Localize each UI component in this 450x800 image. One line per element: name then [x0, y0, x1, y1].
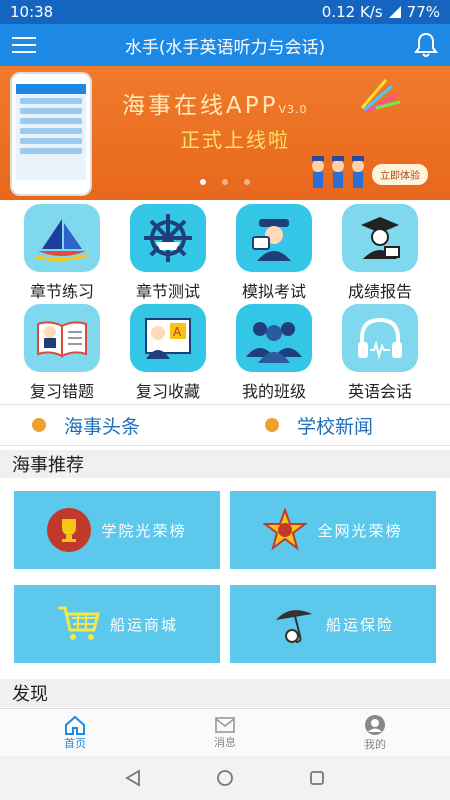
bottom-nav: 首页 消息 我的 [0, 708, 450, 756]
network-speed: 0.12 K/s [321, 3, 383, 21]
reading-icon: A [130, 304, 206, 372]
trophy-icon [47, 508, 92, 552]
headphones-icon [342, 304, 418, 372]
card-shipping-mall[interactable]: 船运商城 [14, 585, 220, 663]
svg-text:A: A [173, 325, 182, 339]
sailor-kids-icon [312, 156, 364, 188]
grid-item-mock-exam[interactable]: 模拟考试 [224, 204, 324, 302]
banner-subtitle: 正式上线啦 [180, 128, 290, 152]
home-icon [65, 715, 85, 735]
ship-wheel-icon [130, 204, 206, 272]
menu-icon[interactable] [0, 24, 48, 66]
phone-mockup-image [10, 72, 92, 196]
system-nav-bar [0, 756, 450, 800]
grid-item-english-conversation[interactable]: 英语会话 [330, 304, 430, 402]
bell-icon[interactable] [402, 24, 450, 66]
maritime-headlines-link[interactable]: 海事头条 [0, 412, 217, 439]
grid-item-score-report[interactable]: 成绩报告 [330, 204, 430, 302]
news-row: 海事头条 学校新闻 [0, 404, 450, 446]
bullet-dot-icon [265, 418, 279, 432]
battery-level: 77% [406, 3, 440, 21]
app-bar: 水手(水手英语听力与会话) [0, 24, 450, 66]
grid-item-review-favorites[interactable]: A 复习收藏 [118, 304, 218, 402]
tab-mine[interactable]: 我的 [300, 709, 450, 756]
status-time: 10:38 [10, 3, 54, 21]
umbrella-icon [272, 602, 316, 646]
graduate-icon [342, 204, 418, 272]
section-title-discover: 发现 [0, 679, 450, 707]
grid-item-chapter-practice[interactable]: 章节练习 [12, 204, 112, 302]
promo-banner[interactable]: 海事在线APPV3.0 正式上线啦 立即体验 [0, 66, 450, 200]
class-group-icon [236, 304, 312, 372]
card-academy-honor-roll[interactable]: 学院光荣榜 [14, 491, 220, 569]
back-icon[interactable] [124, 769, 142, 787]
profile-icon [365, 714, 385, 735]
carousel-dot[interactable] [222, 179, 228, 185]
recents-icon[interactable] [308, 769, 326, 787]
status-bar: 10:38 0.12 K/s 77% [0, 0, 450, 24]
signal-icon [388, 6, 401, 18]
sailboat-icon [24, 204, 100, 272]
examiner-icon [236, 204, 312, 272]
grid-item-chapter-test[interactable]: 章节测试 [118, 204, 218, 302]
card-shipping-insurance[interactable]: 船运保险 [230, 585, 436, 663]
shopping-cart-icon [56, 602, 100, 646]
mail-icon [215, 716, 235, 733]
carousel-dot[interactable] [244, 179, 250, 185]
open-book-icon [24, 304, 100, 372]
star-badge-icon [263, 508, 308, 552]
section-title-recommend: 海事推荐 [0, 450, 450, 478]
school-news-link[interactable]: 学校新闻 [217, 412, 450, 439]
carousel-dots [0, 179, 450, 185]
home-circle-icon[interactable] [216, 769, 234, 787]
bullet-dot-icon [32, 418, 46, 432]
card-network-honor-roll[interactable]: 全网光荣榜 [230, 491, 436, 569]
grid-item-my-class[interactable]: 我的班级 [224, 304, 324, 402]
banner-title: 海事在线APPV3.0 [122, 93, 308, 119]
grid-item-review-mistakes[interactable]: 复习错题 [12, 304, 112, 402]
app-title: 水手(水手英语听力与会话) [124, 37, 326, 58]
fireworks-icon [360, 79, 401, 112]
tab-messages[interactable]: 消息 [150, 709, 300, 756]
carousel-dot[interactable] [200, 179, 206, 185]
tab-home[interactable]: 首页 [0, 709, 150, 756]
